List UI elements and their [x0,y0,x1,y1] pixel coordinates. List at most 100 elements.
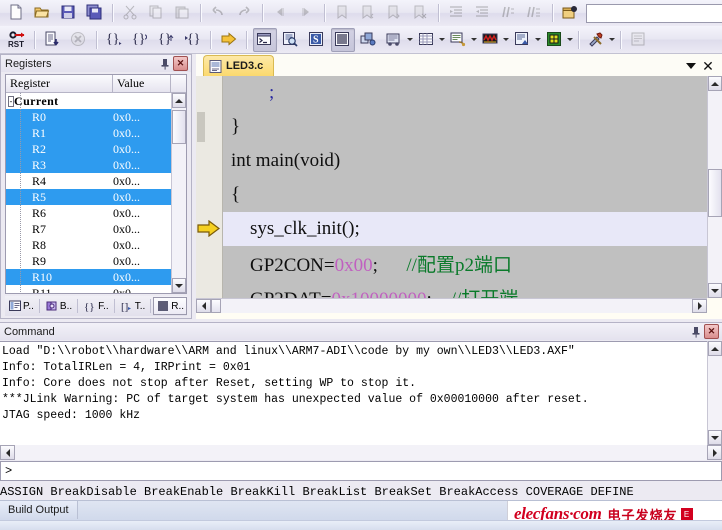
registers-row[interactable]: R1 0x0... [6,125,186,141]
registers-row[interactable]: R9 0x0... [6,253,186,269]
sidebar-tab-templates[interactable]: [] T.. [117,297,149,315]
editor-line[interactable]: 18int main(void) [196,144,707,178]
command-output[interactable]: Load "D:\\robot\\hardware\\ARM and linux… [0,341,722,459]
registers-window-icon[interactable] [331,27,355,52]
editor-line[interactable]: 21 GP2CON=0x00; //配置p2端口 [196,246,707,280]
command-horizontal-scrollbar[interactable] [0,445,722,460]
scroll-up-icon[interactable] [708,76,722,91]
analysis-windows-icon[interactable] [479,28,503,52]
command-scrollbar-track[interactable] [708,356,722,430]
trace-windows-icon[interactable] [511,28,535,52]
sidebar-tab-project[interactable]: P.. [5,297,37,315]
registers-row[interactable]: R3 0x0... [6,157,186,173]
registers-vertical-scrollbar[interactable] [171,93,186,293]
scrollbar-thumb[interactable] [172,110,186,144]
run-to-line-icon[interactable]: {} [181,28,205,52]
debug-restore-views-icon[interactable] [627,28,651,52]
registers-row[interactable]: R5 0x0... [6,189,186,205]
pin-icon[interactable] [159,57,171,71]
sidebar-tab-functions[interactable]: {} F.. [80,297,112,315]
column-header-value[interactable]: Value [113,75,171,92]
navigate-forward-icon[interactable] [295,1,319,25]
command-input[interactable]: > [0,461,722,481]
editor-vertical-scrollbar[interactable] [707,76,722,298]
navigate-back-icon[interactable] [269,1,293,25]
registers-row[interactable]: R11 0x0... [6,285,186,294]
editor-hscrollbar-thumb[interactable] [211,299,221,313]
command-vertical-scrollbar[interactable] [707,341,722,445]
editor-tab-led3-c[interactable]: LED3.c [203,55,275,76]
editor-line[interactable]: 16 ; [196,76,707,110]
disassembly-window-icon[interactable] [279,28,303,52]
close-icon[interactable]: ✕ [699,58,717,74]
step-icon[interactable]: {} [103,28,127,52]
open-file-icon[interactable] [31,1,55,25]
target-selector-combo[interactable] [586,3,722,23]
scroll-left-icon[interactable] [0,445,15,460]
editor-scrollbar-track[interactable] [708,91,722,283]
sidebar-tab-registers[interactable]: R.. [153,297,188,315]
run-to-cursor-icon[interactable] [41,28,65,52]
registers-row[interactable]: - Current [6,93,186,109]
scroll-down-icon[interactable] [172,278,186,293]
undo-icon[interactable] [207,1,231,25]
editor-horizontal-scrollbar[interactable] [196,298,707,313]
stop-icon[interactable] [67,28,91,52]
show-next-statement-icon[interactable] [217,28,241,52]
bookmark-prev-icon[interactable] [357,1,381,25]
pin-icon[interactable] [690,325,702,339]
serial-windows-icon[interactable] [447,28,471,52]
bookmark-clear-icon[interactable] [409,1,433,25]
build-icon[interactable] [559,1,583,25]
scroll-down-icon[interactable] [708,430,722,445]
editor-line[interactable]: 17} [196,110,707,144]
editor-line[interactable]: 19{ [196,178,707,212]
editor-code-area[interactable]: 16 ;17}18int main(void)19{20 sys_clk_ini… [196,76,722,298]
scrollbar-track[interactable] [172,108,186,278]
sidebar-tab-books[interactable]: B.. [42,297,75,315]
save-all-icon[interactable] [83,1,107,25]
editor-line[interactable]: 22 GP2DAT=0x10000000; //打开端 [196,280,707,298]
step-out-icon[interactable]: {} [155,28,179,52]
call-stack-icon[interactable] [357,28,381,52]
save-icon[interactable] [57,1,81,25]
memory-windows-icon[interactable] [415,28,439,52]
paste-icon[interactable] [171,1,195,25]
symbol-window-icon[interactable]: S [305,28,329,52]
scroll-left-icon[interactable] [196,299,211,313]
registers-row[interactable]: R7 0x0... [6,221,186,237]
close-icon[interactable]: ✕ [704,324,719,339]
outdent-icon[interactable] [471,1,495,25]
step-over-icon[interactable]: {} [129,28,153,52]
tree-expander[interactable]: - [6,95,14,107]
editor-hscrollbar-track[interactable] [211,299,692,313]
column-header-register[interactable]: Register [6,75,113,92]
watch-windows-icon[interactable] [383,28,407,52]
comment-icon[interactable] [497,1,521,25]
uncomment-icon[interactable] [523,1,547,25]
scroll-up-icon[interactable] [708,341,722,356]
editor-scrollbar-thumb[interactable] [708,169,722,217]
chevron-down-icon[interactable] [683,58,699,74]
registers-row[interactable]: R4 0x0... [6,173,186,189]
scroll-right-icon[interactable] [692,299,707,313]
editor-line[interactable]: 20 sys_clk_init(); [196,212,707,246]
registers-row[interactable]: R2 0x0... [6,141,186,157]
registers-row[interactable]: R10 0x0... [6,269,186,285]
bookmark-next-icon[interactable] [383,1,407,25]
reset-icon[interactable]: RST [5,28,29,52]
scroll-right-icon[interactable] [707,445,722,460]
system-viewer-icon[interactable] [543,28,567,52]
scroll-up-icon[interactable] [172,93,186,108]
bookmark-toggle-icon[interactable] [331,1,355,25]
redo-icon[interactable] [233,1,257,25]
indent-icon[interactable] [445,1,469,25]
registers-row[interactable]: R6 0x0... [6,205,186,221]
tab-build-output[interactable]: Build Output [0,501,78,519]
scroll-down-icon[interactable] [708,283,722,298]
registers-row[interactable]: R0 0x0... [6,109,186,125]
close-icon[interactable]: ✕ [173,56,188,71]
new-file-icon[interactable] [5,1,29,25]
command-hscrollbar-track[interactable] [15,445,707,460]
registers-row[interactable]: R8 0x0... [6,237,186,253]
